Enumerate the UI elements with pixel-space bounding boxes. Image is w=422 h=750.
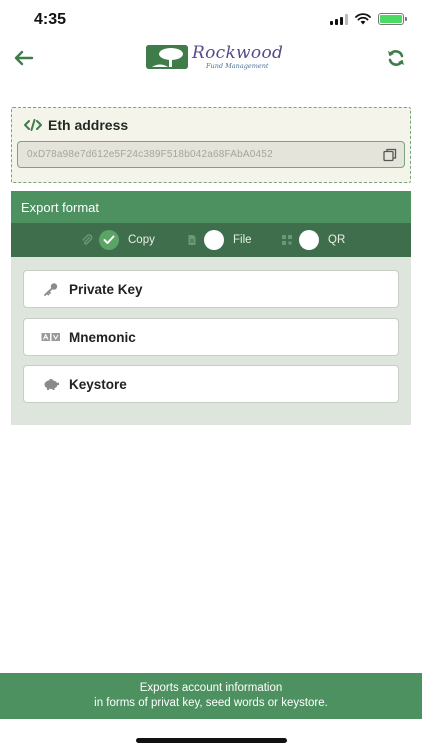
battery-icon: [378, 13, 407, 25]
export-format-header: Export format: [11, 191, 411, 223]
code-icon: [24, 119, 42, 131]
file-toggle[interactable]: [204, 230, 224, 250]
info-footer: Exports account information in forms of …: [0, 673, 422, 719]
format-option-copy[interactable]: Copy: [81, 223, 155, 257]
logo-subtitle: Fund Management: [206, 61, 269, 70]
refresh-icon: [388, 50, 404, 66]
mnemonic-button[interactable]: Mnemonic: [23, 318, 399, 356]
refresh-button[interactable]: [384, 46, 408, 70]
footer-line-1: Exports account information: [139, 682, 283, 694]
export-panel: Export format Copy File QR Private Key M…: [11, 191, 411, 425]
eth-address-title: Eth address: [24, 117, 128, 133]
eth-address-card: Eth address 0xD78a98e7d612e5F24c389F518b…: [11, 107, 411, 183]
mnemonic-label: Mnemonic: [69, 329, 136, 345]
status-bar: 4:35: [0, 0, 422, 42]
piggy-bank-icon: [41, 376, 61, 392]
format-option-qr[interactable]: QR: [281, 223, 345, 257]
keystore-label: Keystore: [69, 376, 127, 392]
keystore-button[interactable]: Keystore: [23, 365, 399, 403]
format-option-file[interactable]: File: [186, 223, 252, 257]
paperclip-icon: [82, 234, 93, 245]
key-icon: [41, 281, 61, 297]
rockwood-logo: Rockwood Fund Management: [146, 42, 283, 72]
back-button[interactable]: [12, 46, 36, 70]
file-icon: [188, 235, 196, 245]
status-icons: [330, 13, 407, 25]
private-key-button[interactable]: Private Key: [23, 270, 399, 308]
export-format-title: Export format: [21, 200, 100, 215]
copy-icon[interactable]: [383, 148, 397, 162]
logo-name: Rockwood: [192, 42, 284, 63]
home-indicator[interactable]: [136, 738, 287, 743]
status-time: 4:35: [34, 11, 67, 28]
app-header: Rockwood Fund Management: [0, 42, 422, 76]
tree-logo-icon: [146, 45, 188, 69]
arrow-left-icon: [14, 50, 34, 66]
copy-toggle[interactable]: [99, 230, 119, 250]
checkmark-icon: [103, 235, 115, 244]
export-format-selector: Copy File QR: [11, 223, 411, 257]
format-label-qr: QR: [328, 234, 346, 246]
mnemonic-icon: [41, 329, 61, 345]
format-label-copy: Copy: [128, 234, 155, 246]
eth-address-field[interactable]: 0xD78a98e7d612e5F24c389F518b042a68FAbA04…: [17, 141, 405, 168]
private-key-label: Private Key: [69, 281, 143, 297]
eth-address-value: 0xD78a98e7d612e5F24c389F518b042a68FAbA04…: [27, 149, 273, 160]
qr-toggle[interactable]: [299, 230, 319, 250]
format-label-file: File: [233, 234, 252, 246]
cellular-signal-icon: [330, 13, 348, 25]
wifi-icon: [355, 13, 371, 25]
footer-line-2: in forms of privat key, seed words or ke…: [94, 697, 328, 709]
eth-address-label: Eth address: [48, 117, 129, 133]
qr-code-icon: [282, 235, 292, 245]
